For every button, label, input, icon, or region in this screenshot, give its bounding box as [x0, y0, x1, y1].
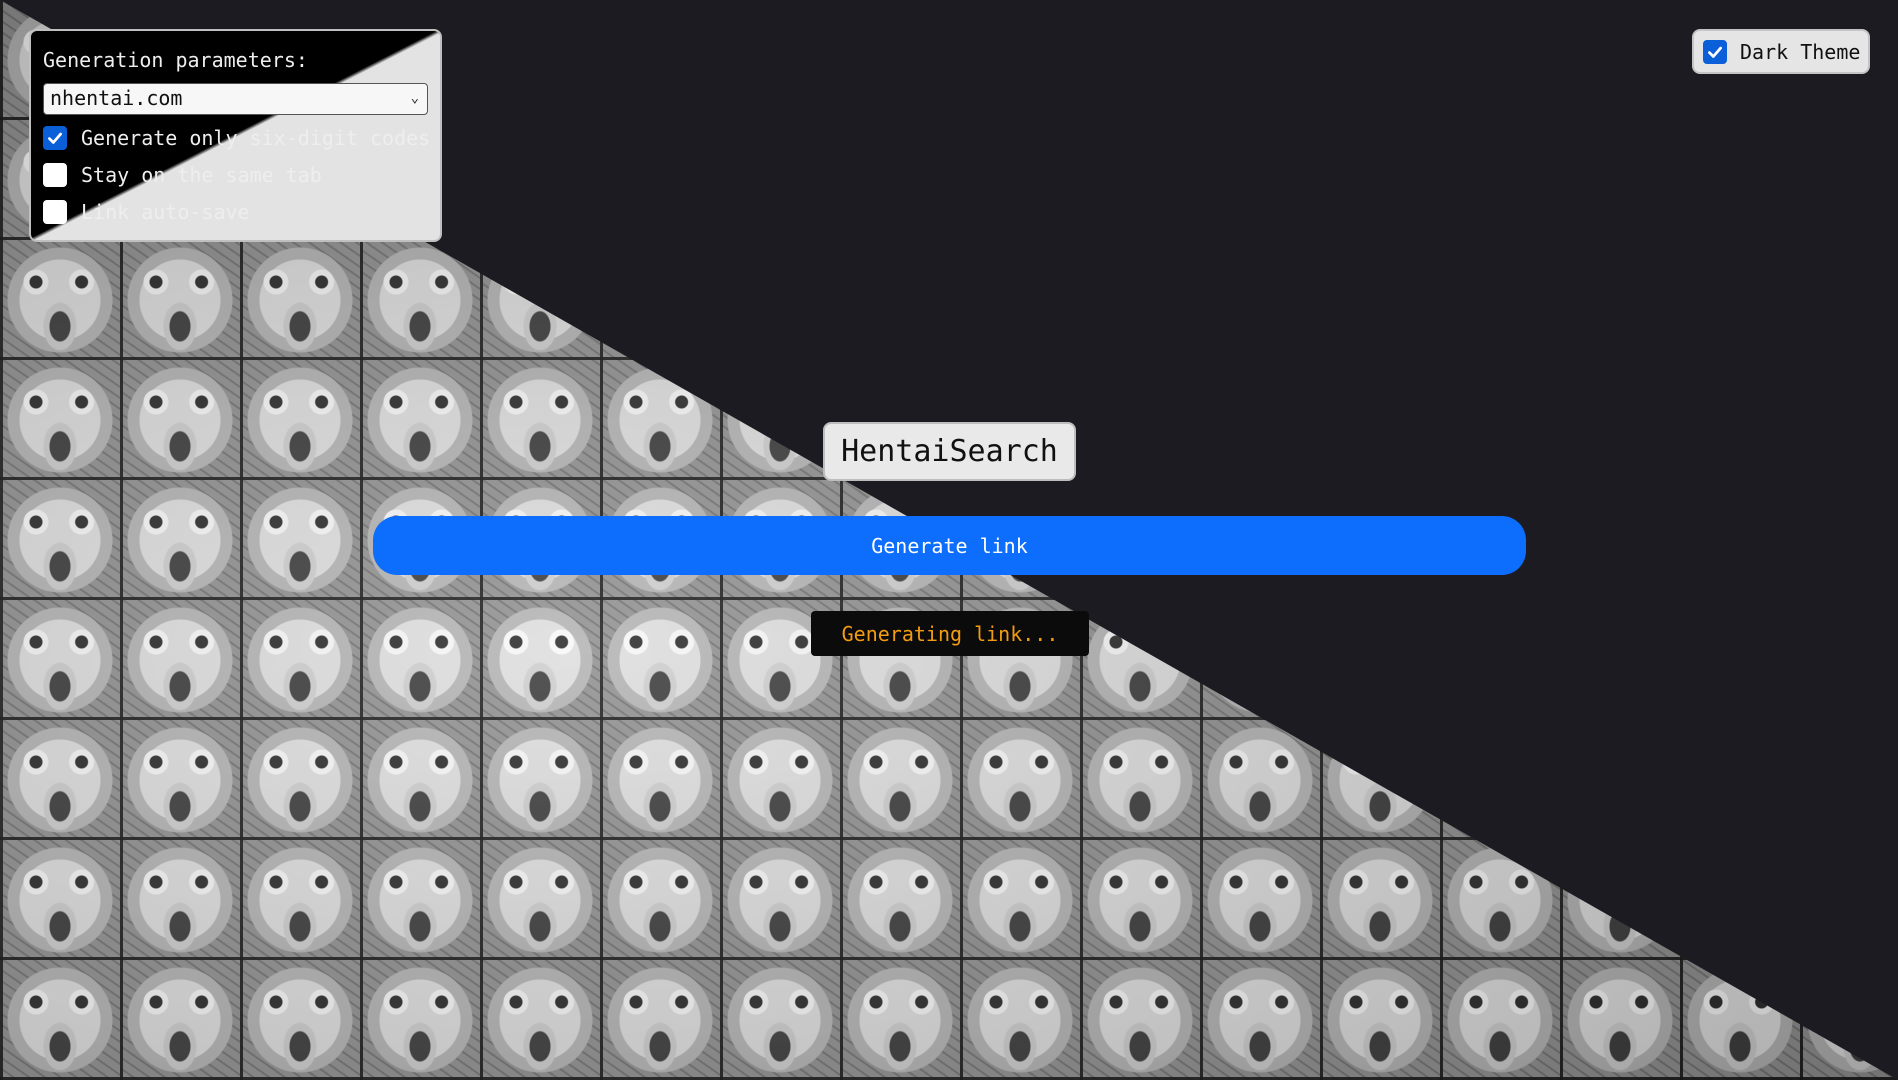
panel-title: Generation parameters:	[43, 47, 428, 73]
dark-theme-toggle[interactable]: Dark Theme	[1692, 29, 1870, 74]
generation-parameters-panel: Generation parameters: nhentai.com ⌄ Gen…	[29, 29, 442, 242]
panel-title-text: Generation parameters:	[43, 48, 308, 72]
checkbox-same-tab[interactable]	[43, 163, 67, 187]
dark-theme-label: Dark Theme	[1740, 39, 1861, 64]
app-root: Generation parameters: nhentai.com ⌄ Gen…	[0, 0, 1898, 1080]
option-label-same-tab: Stay on the same tab	[81, 163, 322, 187]
app-title: HentaiSearch	[823, 422, 1076, 481]
checkbox-six-digit-codes[interactable]	[43, 126, 67, 150]
option-six-digit-codes[interactable]: Generate only six-digit codes	[43, 123, 431, 153]
checkbox-dark-theme[interactable]	[1703, 39, 1727, 64]
generate-link-button[interactable]: Generate link	[373, 516, 1526, 575]
option-link-auto-save[interactable]: Link auto-save	[43, 197, 428, 227]
checkmark-icon	[1708, 46, 1722, 58]
site-select-value: nhentai.com	[50, 86, 183, 110]
chevron-down-icon: ⌄	[410, 90, 419, 106]
checkmark-icon	[48, 132, 62, 144]
status-message: Generating link...	[811, 611, 1089, 656]
checkbox-link-auto-save[interactable]	[43, 200, 67, 224]
option-label-link-auto-save: Link auto-save	[81, 200, 250, 224]
option-label-six-digit-codes: Generate only six-digit codes	[81, 126, 431, 150]
site-select[interactable]: nhentai.com ⌄	[43, 83, 428, 115]
option-same-tab[interactable]: Stay on the same tab	[43, 160, 428, 190]
